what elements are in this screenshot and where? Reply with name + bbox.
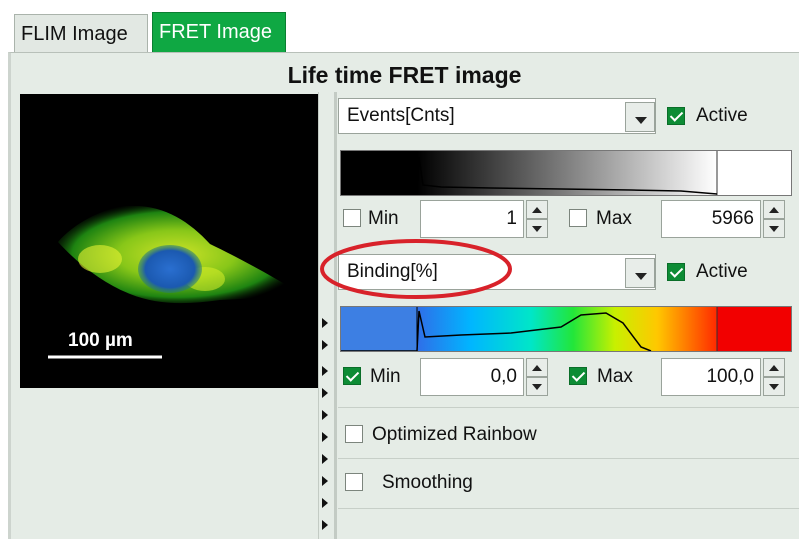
fret-min-label: Min bbox=[370, 366, 401, 387]
divider bbox=[338, 508, 799, 509]
fret-min-stepper[interactable] bbox=[526, 358, 548, 396]
fret-max-label: Max bbox=[597, 366, 633, 387]
tab-fret-image[interactable]: FRET Image bbox=[152, 12, 286, 52]
intensity-max-field[interactable]: 5966 bbox=[661, 200, 761, 238]
spin-down-icon[interactable] bbox=[763, 377, 785, 396]
collapse-strip bbox=[318, 92, 334, 539]
optimized-rainbow-checkbox[interactable] bbox=[345, 425, 363, 443]
spin-down-icon[interactable] bbox=[763, 219, 785, 238]
fret-max-stepper[interactable] bbox=[763, 358, 785, 396]
collapse-arrow-icon[interactable] bbox=[322, 318, 328, 328]
collapse-arrow-icon[interactable] bbox=[322, 454, 328, 464]
fret-max-field[interactable]: 100,0 bbox=[661, 358, 761, 396]
intensity-histogram[interactable] bbox=[340, 150, 792, 196]
spin-up-icon[interactable] bbox=[526, 200, 548, 219]
optimized-rainbow-label: Optimized Rainbow bbox=[372, 424, 537, 445]
panel-title: Life time FRET image bbox=[287, 62, 522, 88]
intensity-max-label: Max bbox=[596, 208, 632, 229]
fret-min-checkbox[interactable] bbox=[343, 367, 361, 385]
tab-bar: FLIM Image FRET Image bbox=[0, 0, 799, 60]
intensity-min-checkbox[interactable] bbox=[343, 209, 361, 227]
intensity-active-label: Active bbox=[696, 105, 748, 126]
divider bbox=[338, 407, 799, 408]
intensity-min-label: Min bbox=[368, 208, 399, 229]
spin-down-icon[interactable] bbox=[526, 219, 548, 238]
panel-separator bbox=[334, 92, 337, 539]
fret-active-label: Active bbox=[696, 261, 748, 282]
tab-flim-image[interactable]: FLIM Image bbox=[14, 14, 148, 52]
spin-up-icon[interactable] bbox=[763, 200, 785, 219]
intensity-min-stepper[interactable] bbox=[526, 200, 548, 238]
smoothing-label: Smoothing bbox=[382, 472, 473, 493]
intensity-max-stepper[interactable] bbox=[763, 200, 785, 238]
spin-up-icon[interactable] bbox=[763, 358, 785, 377]
collapse-arrow-icon[interactable] bbox=[322, 366, 328, 376]
collapse-arrow-icon[interactable] bbox=[322, 410, 328, 420]
collapse-arrow-icon[interactable] bbox=[322, 476, 328, 486]
fret-active-checkbox[interactable] bbox=[667, 263, 685, 281]
intensity-active-checkbox[interactable] bbox=[667, 107, 685, 125]
collapse-arrow-icon[interactable] bbox=[322, 520, 328, 530]
collapse-arrow-icon[interactable] bbox=[322, 340, 328, 350]
intensity-dropdown[interactable]: Events[Cnts] bbox=[338, 98, 656, 134]
highlight-ellipse bbox=[320, 239, 512, 299]
intensity-min-field[interactable]: 1 bbox=[420, 200, 524, 238]
scale-bar-label: 100 µm bbox=[68, 330, 133, 351]
fret-max-checkbox[interactable] bbox=[569, 367, 587, 385]
spin-down-icon[interactable] bbox=[526, 377, 548, 396]
intensity-max-checkbox[interactable] bbox=[569, 209, 587, 227]
fret-image-view[interactable]: 100 µm bbox=[20, 94, 318, 388]
dropdown-arrow-icon[interactable] bbox=[625, 102, 655, 132]
fret-histogram[interactable] bbox=[340, 306, 792, 352]
collapse-arrow-icon[interactable] bbox=[322, 432, 328, 442]
divider bbox=[338, 458, 799, 459]
smoothing-checkbox[interactable] bbox=[345, 473, 363, 491]
collapse-arrow-icon[interactable] bbox=[322, 388, 328, 398]
collapse-arrow-icon[interactable] bbox=[322, 498, 328, 508]
cell-image bbox=[48, 205, 295, 359]
fret-min-field[interactable]: 0,0 bbox=[420, 358, 524, 396]
spin-up-icon[interactable] bbox=[526, 358, 548, 377]
dropdown-arrow-icon[interactable] bbox=[625, 258, 655, 288]
